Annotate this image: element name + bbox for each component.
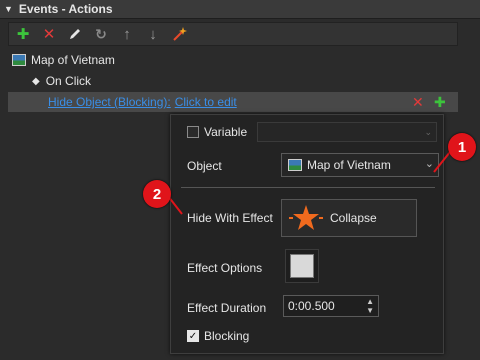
callout-badge-2: 2 [143, 180, 171, 208]
callout-lines [167, 151, 451, 215]
callout-badge-1: 1 [448, 133, 476, 161]
